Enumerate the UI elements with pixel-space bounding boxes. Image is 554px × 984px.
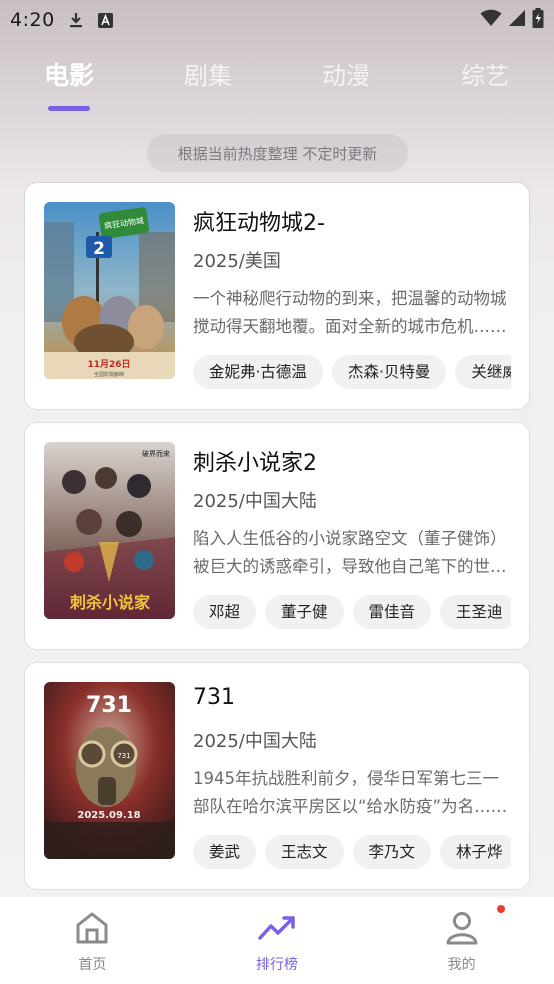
- nav-mine[interactable]: 我的: [369, 897, 554, 984]
- movie-title: 疯狂动物城2-: [193, 211, 325, 236]
- cast-chip[interactable]: 李乃文: [352, 835, 432, 869]
- movie-poster: 731 731 2025.09.18: [44, 682, 175, 859]
- category-tabs: 电影 剧集 动漫 综艺: [0, 56, 554, 116]
- movie-card[interactable]: 破界而来 刺杀小说家 刺杀小说家2 2025/中国大陆 陷入人生低谷的小说家路空…: [25, 423, 529, 649]
- cast-chip[interactable]: 林子烨: [440, 835, 511, 869]
- keyboard-a-icon: [97, 12, 114, 29]
- svg-text:11月26日: 11月26日: [87, 359, 130, 370]
- cast-chip[interactable]: 杰森·贝特曼: [331, 355, 447, 389]
- cast-chip[interactable]: 邓超: [193, 595, 257, 629]
- tab-movies[interactable]: 电影: [44, 56, 94, 92]
- cast-list: 金妮弗·古德温 杰森·贝特曼 关继威: [193, 355, 511, 389]
- nav-home[interactable]: 首页: [0, 897, 185, 984]
- cast-chip[interactable]: 姜武: [193, 835, 257, 869]
- trending-icon: [257, 910, 297, 950]
- home-icon: [74, 910, 110, 950]
- movie-year-region: 2025/美国: [193, 251, 281, 272]
- tab-series[interactable]: 剧集: [184, 56, 232, 91]
- movie-card[interactable]: 疯狂动物城 2 11月26日 全国影院献映 疯狂动物城2- 2025/美国 一个…: [25, 183, 529, 409]
- movie-year-region: 2025/中国大陆: [193, 731, 317, 752]
- svg-text:2: 2: [93, 239, 105, 259]
- svg-text:全国影院献映: 全国影院献映: [94, 371, 124, 378]
- tab-anime[interactable]: 动漫: [322, 56, 370, 91]
- movie-poster: 疯狂动物城 2 11月26日 全国影院献映: [44, 202, 175, 379]
- poster-tagline: 破界而来: [142, 449, 170, 458]
- nav-ranking-label: 排行榜: [256, 957, 298, 973]
- nav-ranking[interactable]: 排行榜: [185, 897, 370, 984]
- poster-title: 731: [86, 693, 132, 718]
- poster-title: 刺杀小说家: [69, 593, 151, 612]
- cast-chip[interactable]: 董子健: [265, 595, 344, 629]
- user-icon: [444, 910, 480, 950]
- cast-chip[interactable]: 王圣迪: [440, 595, 511, 629]
- nav-home-label: 首页: [78, 957, 107, 973]
- movie-title: 刺杀小说家2: [193, 451, 317, 476]
- movie-card[interactable]: 731 731 2025.09.18 731 2025/中国大陆 1945年抗战…: [25, 663, 529, 889]
- cast-chip[interactable]: 关继威: [455, 355, 511, 389]
- bottom-nav: 首页 排行榜 我的: [0, 897, 554, 984]
- status-time: 4:20: [10, 9, 55, 31]
- signal-icon: [508, 9, 526, 31]
- movie-description: 1945年抗战胜利前夕，侵华日军第七三一部队在哈尔滨平房区以“给水防疫”为名……: [193, 769, 508, 816]
- ranking-notice: 根据当前热度整理 不定时更新: [147, 134, 408, 172]
- tab-indicator: [48, 106, 90, 111]
- svg-text:731: 731: [117, 752, 130, 760]
- svg-text:2025.09.18: 2025.09.18: [77, 810, 140, 821]
- cast-list: 姜武 王志文 李乃文 林子烨: [193, 835, 511, 869]
- tab-variety[interactable]: 综艺: [461, 56, 509, 91]
- movie-year-region: 2025/中国大陆: [193, 491, 317, 512]
- movie-description: 一个神秘爬行动物的到来，把温馨的动物城搅动得天翻地覆。面对全新的城市危机……: [193, 289, 507, 336]
- movie-title: 731: [193, 685, 235, 710]
- wifi-icon: [480, 9, 502, 31]
- movie-description: 陷入人生低谷的小说家路空文（董子健饰）被巨大的诱惑牵引，导致他自己笔下的世界……: [193, 529, 507, 576]
- battery-icon: [532, 8, 544, 32]
- cast-list: 邓超 董子健 雷佳音 王圣迪: [193, 595, 511, 629]
- cast-chip[interactable]: 雷佳音: [352, 595, 432, 629]
- nav-mine-label: 我的: [447, 957, 476, 973]
- cast-chip[interactable]: 金妮弗·古德温: [193, 355, 323, 389]
- cast-chip[interactable]: 王志文: [265, 835, 344, 869]
- notification-dot: [497, 905, 506, 913]
- status-bar: 4:20: [0, 0, 554, 40]
- download-icon: [67, 11, 85, 29]
- movie-poster: 破界而来 刺杀小说家: [44, 442, 175, 619]
